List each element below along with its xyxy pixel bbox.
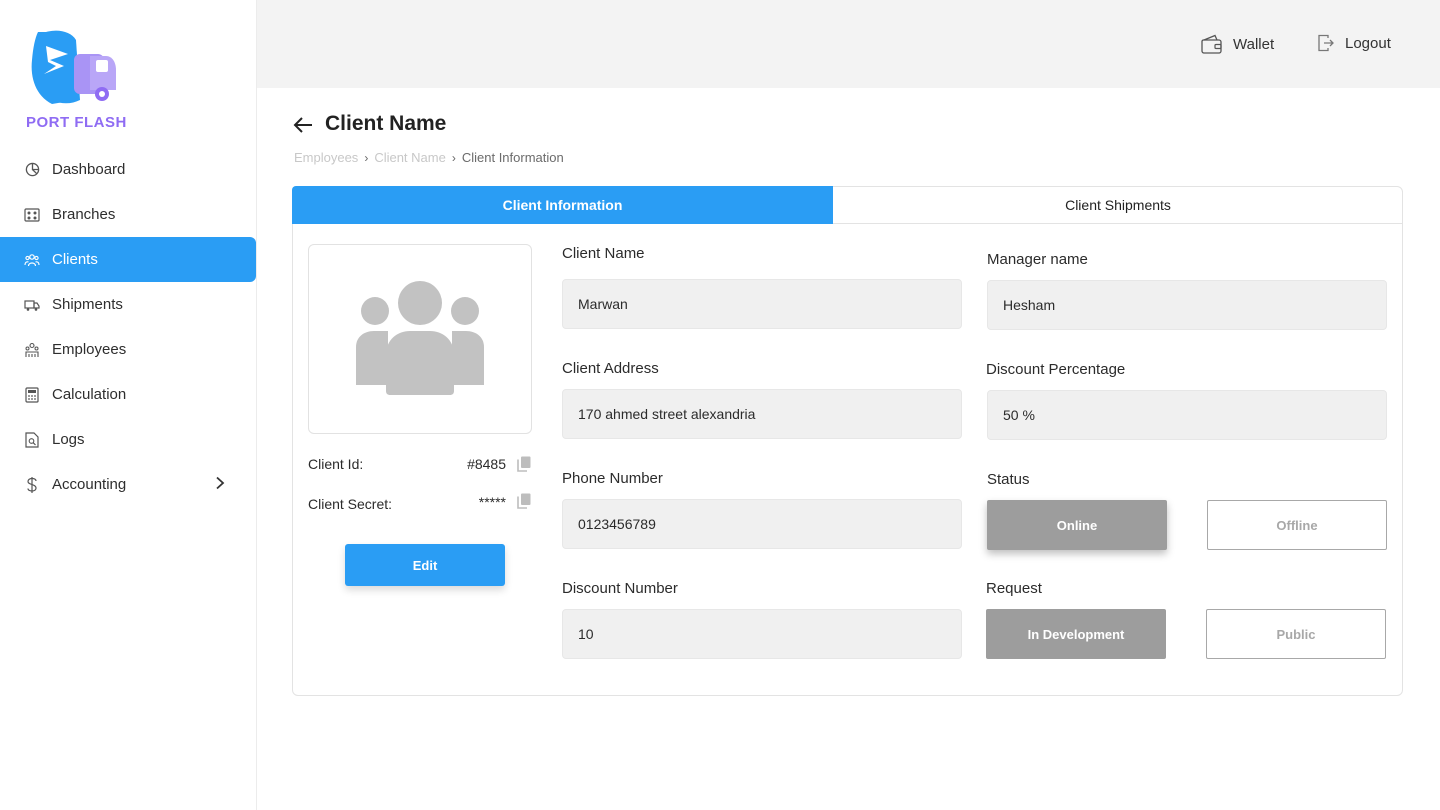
client-address-label: Client Address [562,360,659,377]
discount-percentage-label: Discount Percentage [986,361,1126,378]
phone-number-label: Phone Number [562,470,663,487]
phone-number-field[interactable] [562,499,962,549]
client-id-label: Client Id: [308,456,364,472]
client-name-label: Client Name [562,245,645,262]
status-offline-button[interactable]: Offline [1207,500,1387,550]
logout-link[interactable]: Logout [1317,34,1391,52]
sidebar: PORT FLASH Dashboard Branches Clients Sh… [0,0,257,810]
sidebar-item-label: Employees [52,341,127,358]
discount-number-field[interactable] [562,609,962,659]
tab-client-information[interactable]: Client Information [292,186,833,224]
sidebar-item-dashboard[interactable]: Dashboard [0,147,257,192]
group-avatar-icon [356,281,484,395]
calculator-icon [24,386,40,403]
tab-client-shipments[interactable]: Client Shipments [833,186,1403,224]
breadcrumb-item-client-name[interactable]: Client Name [374,150,446,165]
discount-percentage-field[interactable] [987,390,1387,440]
truck-logo-icon [31,30,116,104]
dollar-icon [24,476,40,493]
client-secret-label: Client Secret: [308,496,393,512]
sidebar-nav: Dashboard Branches Clients Shipments Emp… [0,147,257,507]
wallet-icon [1201,34,1222,54]
manager-name-label: Manager name [987,251,1088,268]
sidebar-item-label: Dashboard [52,161,126,178]
wallet-link[interactable]: Wallet [1201,34,1274,54]
truck-icon [24,297,40,313]
status-label: Status [987,471,1030,488]
dashboard-icon [24,162,40,178]
back-arrow-icon[interactable] [292,114,314,136]
sidebar-item-label: Calculation [52,386,127,403]
sidebar-item-label: Shipments [52,296,123,313]
client-secret-value: ***** [478,494,506,510]
branches-icon [24,207,40,223]
sidebar-item-label: Branches [52,206,116,223]
copy-id-icon[interactable] [517,456,531,472]
logout-label: Logout [1345,34,1391,52]
client-address-field[interactable] [562,389,962,439]
request-in-development-button[interactable]: In Development [986,609,1166,659]
discount-number-label: Discount Number [562,580,678,597]
sidebar-item-clients[interactable]: Clients [0,237,256,282]
client-id-value: #8485 [467,456,506,472]
breadcrumb: Employees › Client Name › Client Informa… [294,150,564,165]
employees-icon [24,342,40,358]
sidebar-item-accounting[interactable]: Accounting [0,462,257,507]
sidebar-item-calculation[interactable]: Calculation [0,372,257,417]
client-avatar [308,244,532,434]
sidebar-item-employees[interactable]: Employees [0,327,257,372]
breadcrumb-item-employees[interactable]: Employees [294,150,358,165]
logs-icon [24,431,40,448]
chevron-right-icon[interactable] [215,476,225,494]
sidebar-item-label: Accounting [52,476,127,493]
topbar: Wallet Logout [257,0,1440,88]
sidebar-item-logs[interactable]: Logs [0,417,257,462]
manager-name-field[interactable] [987,280,1387,330]
edit-button[interactable]: Edit [345,544,505,586]
sidebar-item-label: Clients [52,251,98,268]
breadcrumb-separator-icon: › [364,150,369,165]
logout-icon [1318,34,1334,52]
sidebar-item-shipments[interactable]: Shipments [0,282,257,327]
wallet-label: Wallet [1233,35,1275,53]
sidebar-item-branches[interactable]: Branches [0,192,257,237]
breadcrumb-separator-icon: › [451,150,456,165]
page-title: Client Name [325,112,447,135]
request-label: Request [986,580,1042,597]
client-name-field[interactable] [562,279,962,329]
status-online-button[interactable]: Online [987,500,1167,550]
request-public-button[interactable]: Public [1206,609,1386,659]
copy-secret-icon[interactable] [517,493,531,509]
sidebar-item-label: Logs [52,431,85,448]
brand-name: PORT FLASH [26,114,127,131]
breadcrumb-item-current: Client Information [461,150,564,165]
clients-icon [24,252,40,268]
